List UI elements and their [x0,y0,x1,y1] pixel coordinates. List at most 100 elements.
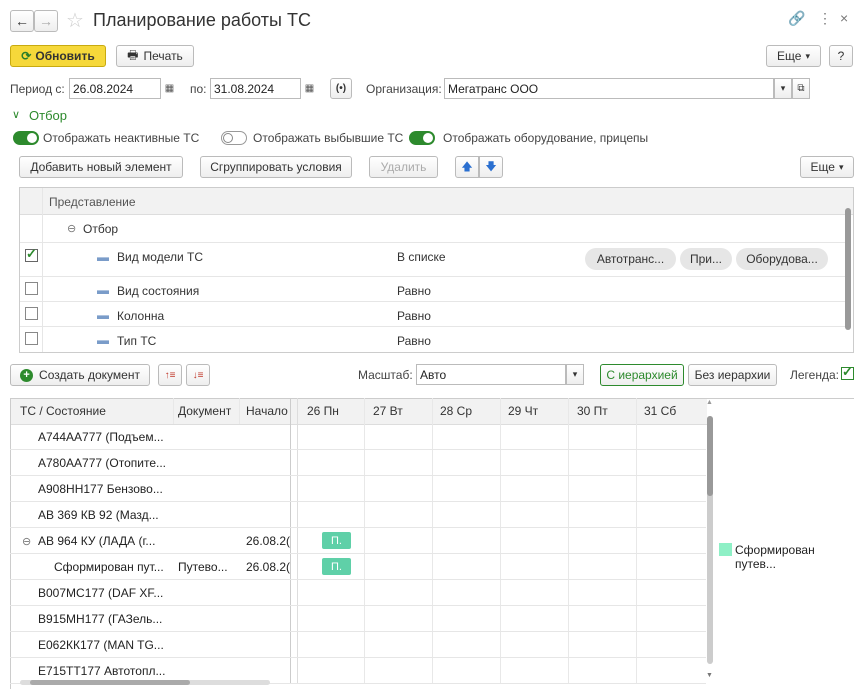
print-button[interactable]: 🖶 Печать [116,45,194,67]
filter-scrollbar[interactable] [845,208,851,330]
horizontal-scrollbar[interactable] [20,680,270,685]
toggle-retired-label: Отображать выбывшие ТС [253,131,404,145]
vehicle-name: В915МН177 (ГАЗель... [38,612,163,626]
sort-ascending-button[interactable]: ↑≡ [158,364,182,386]
column-header-vehicle[interactable]: ТС / Состояние [20,398,106,424]
legend-label: Легенда: [790,368,839,382]
collapse-icon[interactable]: ⊖ [22,528,31,554]
organization-dropdown-button[interactable]: ▾ [774,78,792,99]
calendar-to-icon[interactable]: ▦ [301,78,318,99]
vehicle-name: В007МС177 (DAF XF... [38,586,164,600]
gantt-row[interactable]: В007МС177 (DAF XF... [10,580,706,606]
refresh-button[interactable]: ⟳ Обновить [10,45,106,67]
favorite-star-icon[interactable]: ☆ [66,8,84,33]
period-select-button[interactable]: (•) [330,78,352,99]
column-header-start[interactable]: Начало [246,398,288,424]
vehicle-name: А744АА777 (Подъем... [38,430,164,444]
document-cell [178,476,238,502]
filter-row-condition: Равно [397,284,431,298]
delete-button[interactable]: Удалить [369,156,438,178]
scale-dropdown-button[interactable]: ▾ [566,364,584,385]
vehicle-name: АВ 369 КВ 92 (Мазд... [38,508,159,522]
gantt-row[interactable]: А780АА777 (Отопите... [10,450,706,476]
filter-table: Представление ⊖ Отбор ✓ ▬ Вид модели ТС … [19,187,854,353]
value-pill[interactable]: Оборудова... [736,248,828,270]
dash-icon: ▬ [97,308,109,322]
row-checkbox[interactable] [25,332,38,345]
group-node-icon[interactable]: ⊖ [67,222,76,235]
start-cell [246,424,290,450]
group-conditions-button[interactable]: Сгруппировать условия [200,156,352,178]
chevron-down-icon: ▾ [805,50,810,61]
gantt-row[interactable]: А744АА777 (Подъем... [10,424,706,450]
row-checkbox[interactable]: ✓ [25,246,38,262]
forward-button[interactable]: → [34,10,58,32]
day-header: 26 Пн [307,404,339,418]
close-icon[interactable]: × [840,10,848,26]
filter-more-button[interactable]: Еще ▾ [800,156,854,178]
plus-circle-icon: + [20,368,34,382]
help-button[interactable]: ? [829,45,853,67]
gantt-row[interactable]: АВ 369 КВ 92 (Мазд... [10,502,706,528]
vehicle-name: Сформирован пут... [54,560,164,574]
period-to-field[interactable]: 31.08.2024 [210,78,301,99]
gantt-row[interactable]: В915МН177 (ГАЗель... [10,606,706,632]
scroll-down-icon[interactable]: ▼ [706,672,713,679]
organization-open-icon[interactable]: ⧉ [792,78,810,99]
document-cell [178,580,238,606]
toggle-retired[interactable] [221,131,247,145]
start-cell [246,502,290,528]
document-cell [178,528,238,554]
filter-row-name: Вид состояния [117,284,200,298]
filter-collapse-icon[interactable]: ∨ [12,108,20,121]
document-cell [178,424,238,450]
toggle-equipment[interactable] [409,131,435,145]
period-from-field[interactable]: 26.08.2024 [69,78,161,99]
filter-title[interactable]: Отбор [29,108,67,123]
calendar-from-icon[interactable]: ▦ [161,78,178,99]
start-cell [246,606,290,632]
organization-label: Организация: [366,82,442,96]
toggle-inactive-label: Отображать неактивные ТС [43,131,200,145]
document-cell: Путево... [178,560,228,574]
value-pill[interactable]: При... [680,248,732,270]
chevron-down-icon: ▾ [838,161,844,172]
column-header-document[interactable]: Документ [178,398,231,424]
legend-checkbox[interactable]: ✓ [841,364,854,380]
row-checkbox[interactable] [25,282,38,295]
link-icon[interactable]: 🔗 [788,10,805,27]
gantt-row[interactable]: А908НН177 Бензово... [10,476,706,502]
more-button[interactable]: Еще ▾ [766,45,821,67]
with-hierarchy-button[interactable]: С иерархией [600,364,684,386]
back-button[interactable]: ← [10,10,34,32]
organization-field[interactable]: Мегатранс ООО [444,78,774,99]
start-cell: 26.08.2( [246,534,290,548]
without-hierarchy-button[interactable]: Без иерархии [688,364,777,386]
gantt-row[interactable]: ⊖ АВ 964 КУ (ЛАДА (г... 26.08.2(П. [10,528,706,554]
sort-descending-button[interactable]: ↓≡ [186,364,210,386]
scale-field[interactable]: Авто [416,364,566,385]
gantt-scrollbar[interactable] [707,416,713,664]
scroll-up-icon[interactable]: ▲ [706,399,713,406]
create-document-button[interactable]: + Создать документ [10,364,150,386]
value-pill[interactable]: Автотранс... [585,248,676,270]
add-element-button[interactable]: Добавить новый элемент [19,156,183,178]
move-down-button[interactable]: 🡇 [479,156,503,178]
row-checkbox[interactable] [25,307,38,320]
refresh-icon: ⟳ [21,49,32,63]
dash-icon: ▬ [97,333,109,347]
document-cell [178,606,238,632]
document-cell [178,502,238,528]
gantt-bar[interactable]: П. [322,558,351,575]
kebab-menu-icon[interactable]: ⋮ [818,10,832,27]
toggle-inactive[interactable] [13,131,39,145]
gantt-bar[interactable]: П. [322,532,351,549]
dash-icon: ▬ [97,283,109,297]
group-node-label: Отбор [83,222,119,236]
gantt-row[interactable]: Сформирован пут... Путево... 26.08.2(П. [10,554,706,580]
filter-column-header: Представление [49,195,136,209]
document-cell [178,632,238,658]
gantt-row[interactable]: Е062КК177 (MAN TG... [10,632,706,658]
window-title: Планирование работы ТС [93,10,311,30]
move-up-button[interactable]: 🡅 [455,156,479,178]
